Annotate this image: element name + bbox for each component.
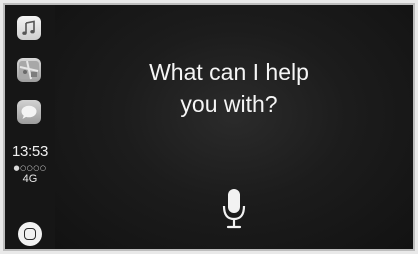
siri-prompt: What can I help you with? [50,56,408,120]
siri-prompt-line-2: you with? [180,91,278,117]
messages-app-icon[interactable] [17,100,41,124]
home-icon [24,228,36,240]
microphone-icon[interactable] [221,188,247,230]
maps-app-icon[interactable] [17,58,41,82]
music-app-icon[interactable] [17,16,41,40]
carplay-screen: 13:53 ●○○○○ 4G [3,3,415,251]
network-type-label: 4G [22,173,38,185]
sidebar: 13:53 ●○○○○ 4G [5,5,55,249]
siri-prompt-line-1: What can I help [149,59,309,85]
home-button[interactable] [18,222,42,246]
status-time: 13:53 [11,143,49,160]
signal-strength-indicator: ●○○○○ [13,164,47,172]
